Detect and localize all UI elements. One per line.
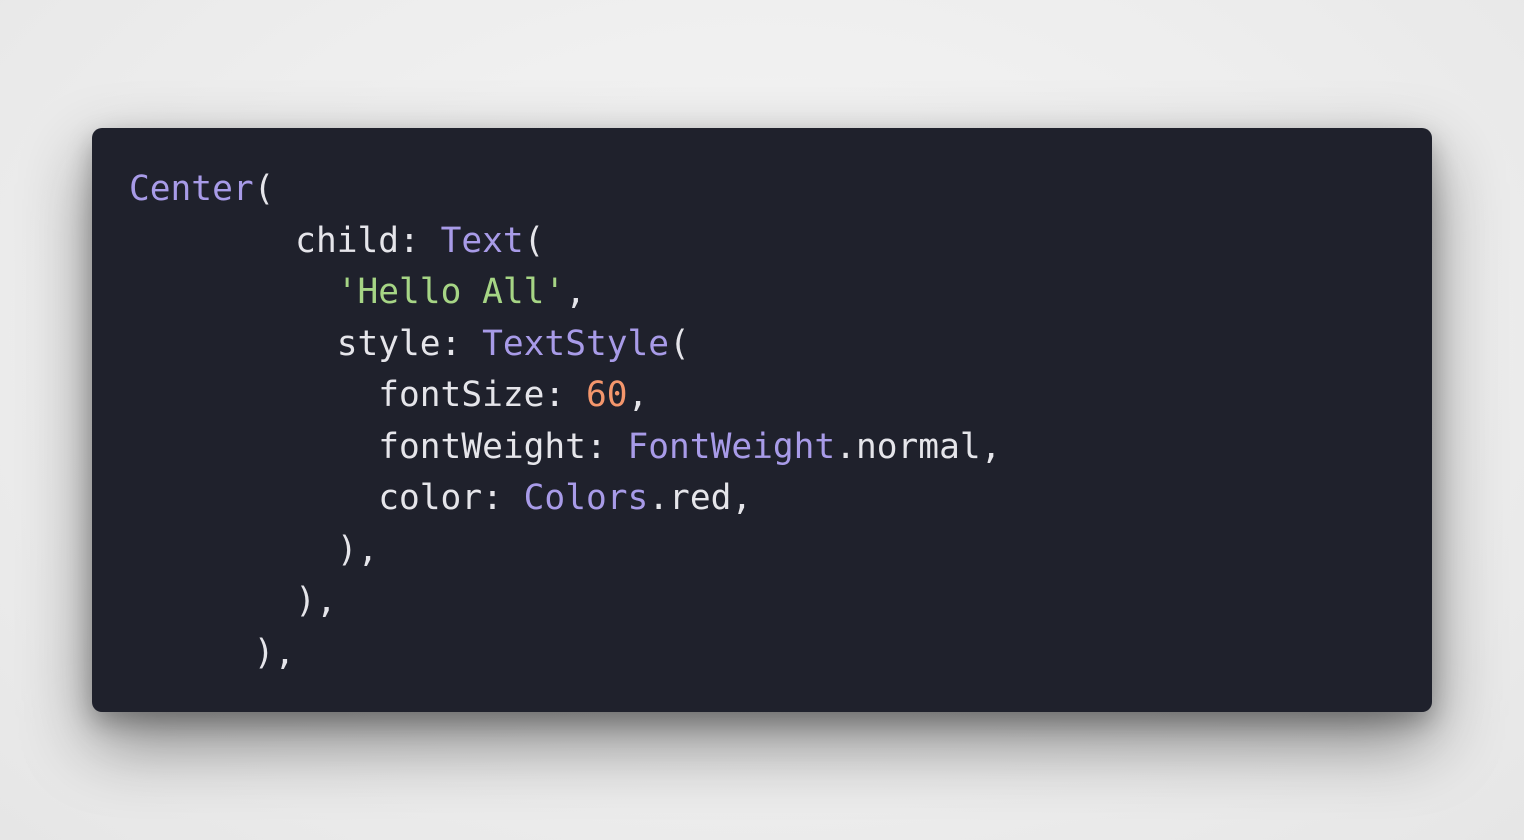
code-token-plain: .normal, bbox=[835, 426, 1002, 467]
code-token-plain: ( bbox=[523, 220, 545, 261]
code-token-class: FontWeight bbox=[627, 426, 836, 467]
code-token-plain: style: bbox=[336, 323, 483, 364]
code-token-plain: child: bbox=[295, 220, 441, 261]
code-token-plain: fontSize: bbox=[378, 375, 586, 415]
code-line: ), bbox=[129, 525, 1001, 577]
code-token-plain: , bbox=[565, 272, 586, 312]
code-token-class: Center bbox=[129, 169, 254, 209]
code-line: ), bbox=[129, 628, 1001, 680]
code-token-plain: ), bbox=[336, 529, 379, 570]
code-token-plain: ( bbox=[669, 323, 690, 364]
code-token-class: Text bbox=[440, 220, 524, 261]
code-line: fontSize: 60, bbox=[129, 370, 1001, 422]
code-token-plain: fontWeight: bbox=[378, 426, 628, 467]
code-line: fontWeight: FontWeight.normal, bbox=[129, 422, 1001, 474]
code-token-class: TextStyle bbox=[482, 323, 670, 364]
code-token-plain: color: bbox=[378, 478, 524, 518]
code-token-plain: ( bbox=[253, 169, 275, 209]
code-token-plain: , bbox=[627, 375, 649, 415]
code-line: ), bbox=[129, 576, 1001, 628]
code-line: 'Hello All', bbox=[129, 267, 1001, 319]
code-line: color: Colors.red, bbox=[129, 473, 1001, 525]
code-snippet-window: Center( child: Text( 'Hello All', style:… bbox=[92, 128, 1432, 712]
code-line: Center( bbox=[129, 164, 1001, 216]
code-token-plain: .red, bbox=[648, 478, 753, 518]
code-block: Center( child: Text( 'Hello All', style:… bbox=[129, 164, 1001, 679]
code-token-number: 60 bbox=[585, 375, 628, 415]
code-token-plain: ), bbox=[295, 581, 337, 621]
code-token-plain: ), bbox=[253, 632, 296, 673]
code-token-class: Colors bbox=[523, 478, 649, 518]
code-token-string: 'Hello All' bbox=[336, 272, 566, 312]
code-line: child: Text( bbox=[129, 216, 1001, 268]
code-line: style: TextStyle( bbox=[129, 319, 1001, 371]
